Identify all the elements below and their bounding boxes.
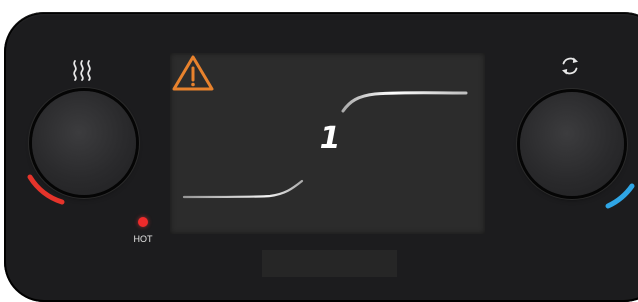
rotate-arrows-icon bbox=[562, 57, 578, 75]
display-screen: 1 bbox=[170, 53, 485, 234]
heat-knob[interactable] bbox=[32, 91, 136, 195]
hot-indicator-light bbox=[138, 217, 148, 227]
warning-triangle-icon bbox=[172, 55, 214, 91]
rotate-knob[interactable] bbox=[520, 92, 624, 196]
heat-waves-icon bbox=[73, 60, 91, 81]
bottom-slot bbox=[262, 250, 397, 277]
hot-label: HOT bbox=[133, 234, 153, 244]
step-number: 1 bbox=[319, 121, 342, 156]
